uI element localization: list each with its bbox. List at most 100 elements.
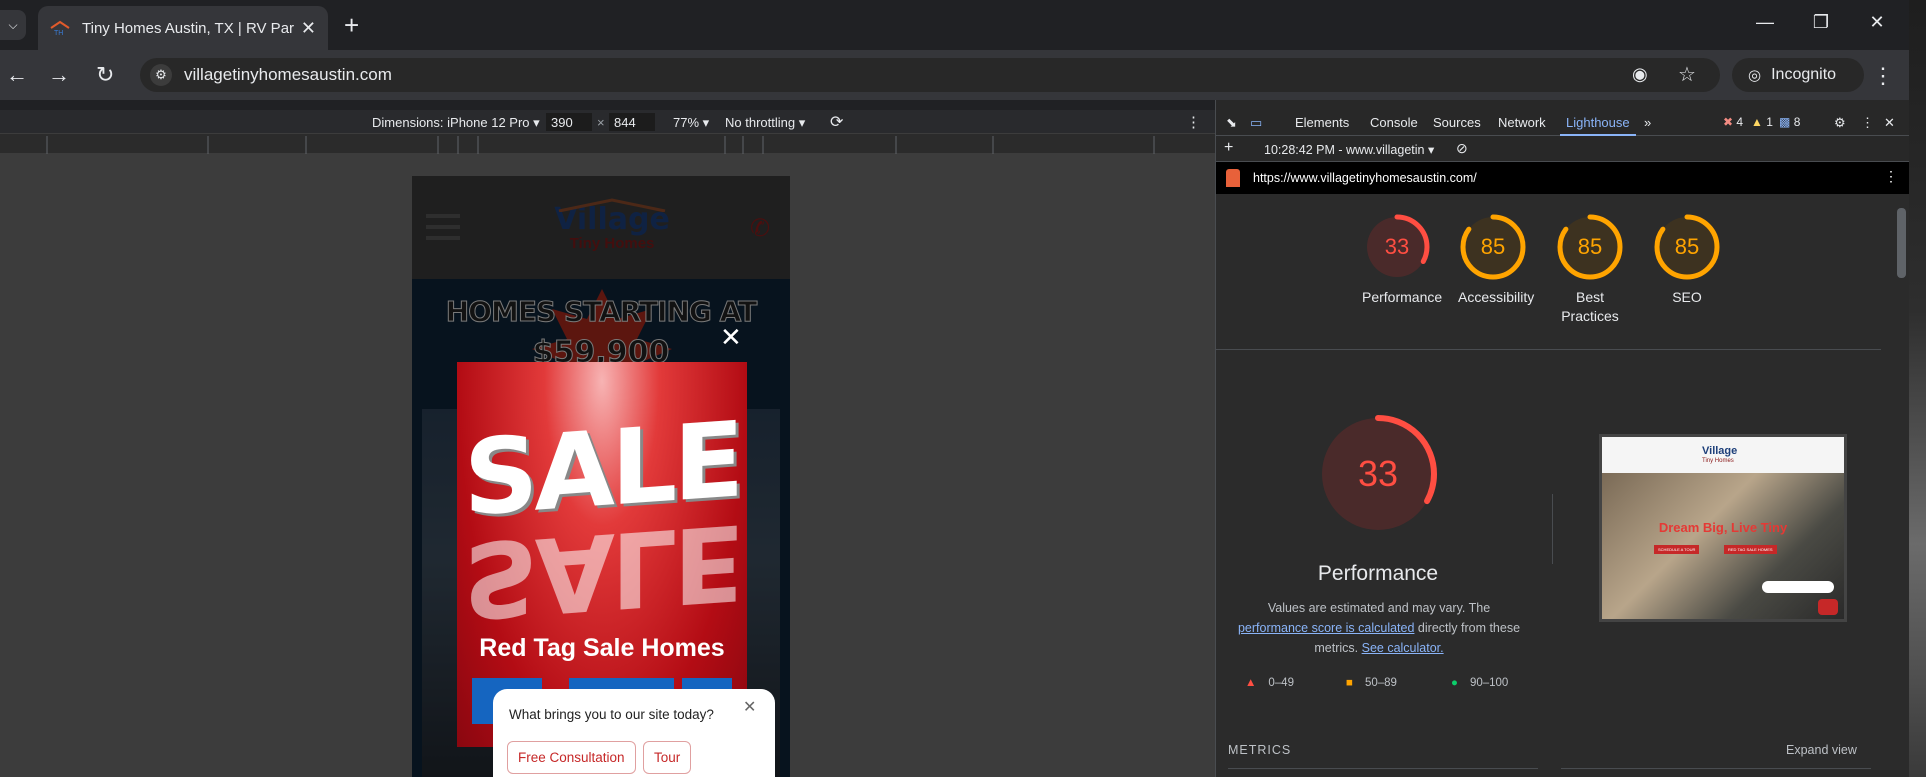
tab-network[interactable]: Network (1498, 115, 1546, 130)
main-performance-gauge: 33 (1316, 412, 1440, 536)
zoom-label: 77% (673, 115, 700, 130)
thumb-hero: Dream Big, Live Tiny SCHEDULE A TOUR RED… (1602, 473, 1844, 619)
chat-widget[interactable]: What brings you to our site today? ✕ Fre… (493, 689, 775, 777)
sale-title: Red Tag Sale Homes (479, 634, 725, 662)
close-tab-icon[interactable]: ✕ (301, 18, 316, 39)
back-icon[interactable]: ← (6, 63, 28, 87)
tab-search-button[interactable]: ⌵ (0, 10, 26, 40)
devtools-menu-icon[interactable]: ⋮ (1861, 115, 1874, 131)
minimize-icon[interactable]: — (1750, 12, 1780, 33)
main-performance-label: Performance (1317, 562, 1439, 585)
tab-strip: ⌵ TH Tiny Homes Austin, TX | RV Park ✕ +… (0, 0, 1926, 50)
browser-toolbar: ← → ↻ ⚙ villagetinyhomesaustin.com ◉ ☆ ◎… (0, 50, 1926, 100)
close-window-icon[interactable]: ✕ (1862, 12, 1892, 33)
thumb-button-tour: SCHEDULE A TOUR (1654, 545, 1700, 554)
report-scrollbar[interactable] (1894, 194, 1909, 777)
main-gauge-ring: 33 (1319, 415, 1437, 533)
devtools-panel: ⬊ ▭ Elements Console Sources Network Lig… (1215, 100, 1910, 777)
thumb-chat-button (1818, 599, 1838, 615)
lighthouse-logo-icon (1226, 169, 1240, 187)
device-toolbar-menu-icon[interactable]: ⋮ (1186, 113, 1201, 131)
legend-pass-label: 90–100 (1469, 677, 1509, 689)
tab-sources[interactable]: Sources (1433, 115, 1481, 130)
rotate-icon[interactable]: ⟳ (830, 112, 843, 132)
section-divider (1216, 349, 1881, 350)
expand-view-toggle[interactable]: Expand view (1786, 743, 1857, 757)
report-time-text: 10:28:42 PM - www.villagetin (1264, 143, 1425, 157)
close-devtools-icon[interactable]: ✕ (1884, 115, 1895, 131)
eye-off-icon[interactable]: ◉ (1632, 64, 1648, 85)
chevron-down-icon: ⌵ (8, 17, 18, 32)
url-text: villagetinyhomesaustin.com (184, 65, 392, 84)
lighthouse-report: 33 Performance 85 Accessibility 85 Best … (1216, 194, 1896, 777)
score-label: Best Practices (1561, 289, 1619, 324)
warning-count[interactable]: ▲ 1 (1751, 115, 1773, 129)
error-count[interactable]: ✖ 4 (1723, 115, 1743, 129)
gauge-ring: 33 (1364, 214, 1430, 280)
browser-tab[interactable]: TH Tiny Homes Austin, TX | RV Park ✕ (38, 6, 328, 50)
new-tab-button[interactable]: + (344, 12, 359, 38)
score-gauge-best-practices[interactable]: 85 Best Practices (1555, 212, 1625, 326)
score-label: Performance (1362, 289, 1443, 305)
chat-option-tour[interactable]: Tour (643, 741, 692, 774)
browser-menu-icon[interactable]: ⋮ (1872, 63, 1894, 89)
restore-icon[interactable]: ❐ (1806, 12, 1836, 33)
incognito-indicator[interactable]: ◎ Incognito (1732, 58, 1864, 92)
site-favicon-icon: TH (50, 20, 70, 37)
thumb-button-sale: RED TAG SALE HOMES (1724, 545, 1777, 554)
close-popup-icon[interactable]: ✕ (720, 324, 742, 350)
tab-console[interactable]: Console (1370, 115, 1418, 130)
thumb-logo: Village (1702, 445, 1738, 457)
score-gauge-accessibility[interactable]: 85 Accessibility (1458, 212, 1535, 307)
score-gauge-performance[interactable]: 33 Performance (1362, 212, 1443, 307)
vertical-divider (1552, 494, 1553, 564)
gauge-ring: 85 (1557, 214, 1623, 280)
zoom-select[interactable]: 77% ▾ (673, 115, 709, 131)
warning-count-text: 1 (1766, 115, 1773, 129)
width-input[interactable]: 390 (546, 113, 592, 131)
device-dimensions-select[interactable]: Dimensions: iPhone 12 Pro ▾ (372, 115, 540, 131)
site-info-icon[interactable]: ⚙ (150, 64, 172, 86)
thumb-chat-bubble (1762, 581, 1834, 593)
svg-text:85: 85 (1481, 234, 1505, 259)
sale-reflection-text: SALE (463, 500, 741, 642)
bookmark-star-icon[interactable]: ☆ (1678, 62, 1696, 87)
svg-text:85: 85 (1675, 234, 1699, 259)
phone-screen[interactable]: Village Tiny Homes ✆ HOMES STARTING AT $… (412, 176, 790, 777)
score-label: Accessibility (1458, 289, 1535, 305)
throttling-select[interactable]: No throttling ▾ (725, 115, 805, 131)
new-report-icon[interactable]: + (1224, 139, 1233, 157)
settings-gear-icon[interactable]: ⚙ (1834, 115, 1846, 131)
media-query-ruler[interactable] (0, 134, 1215, 154)
chat-option-free-consultation[interactable]: Free Consultation (507, 741, 636, 774)
svg-text:85: 85 (1578, 234, 1602, 259)
score-gauge-seo[interactable]: 85 SEO (1652, 212, 1722, 307)
devtools-tab-bar: ⬊ ▭ Elements Console Sources Network Lig… (1216, 110, 1910, 136)
message-icon: ▩ (1779, 115, 1791, 129)
desktop-edge (1909, 0, 1926, 777)
performance-score-link[interactable]: performance score is calculated (1238, 621, 1414, 635)
chat-close-icon[interactable]: ✕ (743, 697, 756, 717)
report-menu-icon[interactable]: ⋮ (1884, 168, 1898, 185)
message-count[interactable]: ▩ 8 (1779, 115, 1800, 129)
more-tabs-icon[interactable]: » (1644, 115, 1651, 130)
report-url[interactable]: https://www.villagetinyhomesaustin.com/ (1253, 171, 1477, 185)
see-calculator-link[interactable]: See calculator. (1362, 641, 1444, 655)
report-selector[interactable]: 10:28:42 PM - www.villagetin ▾ (1264, 142, 1434, 157)
reload-icon[interactable]: ↻ (96, 63, 114, 87)
clear-reports-icon[interactable]: ⊘ (1456, 140, 1468, 157)
final-screenshot-thumbnail[interactable]: Village Tiny Homes Dream Big, Live Tiny … (1599, 434, 1847, 622)
address-bar[interactable]: ⚙ villagetinyhomesaustin.com ◉ ☆ (140, 58, 1720, 92)
tab-lighthouse[interactable]: Lighthouse (1566, 115, 1630, 130)
scrollbar-thumb[interactable] (1897, 208, 1906, 278)
circle-icon: ● (1451, 677, 1458, 689)
warning-icon: ▲ (1751, 115, 1763, 129)
device-dimensions-label: Dimensions: iPhone 12 Pro (372, 115, 530, 130)
score-label: SEO (1672, 289, 1702, 305)
forward-icon[interactable]: → (48, 63, 70, 87)
height-input[interactable]: 844 (609, 113, 655, 131)
device-toggle-icon[interactable]: ▭ (1250, 115, 1262, 131)
inspect-element-icon[interactable]: ⬊ (1226, 115, 1237, 131)
emulated-viewport: Village Tiny Homes ✆ HOMES STARTING AT $… (0, 154, 1215, 777)
tab-elements[interactable]: Elements (1295, 115, 1349, 130)
